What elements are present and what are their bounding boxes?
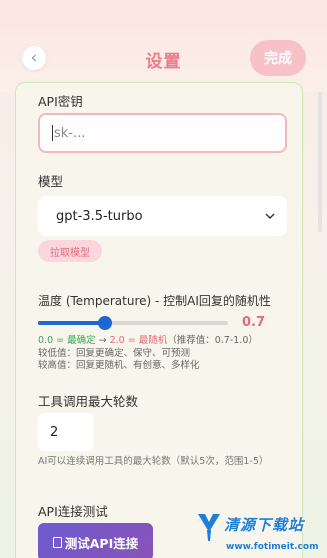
- slider-fill: [38, 321, 105, 325]
- temperature-label: 温度 (Temperature) - 控制AI回复的随机性: [38, 294, 271, 308]
- temperature-hint: 0.0 = 最确定 → 2.0 = 最随机（推荐值：0.7-1.0） 较低值：回…: [38, 335, 258, 373]
- slider-thumb[interactable]: [97, 316, 112, 330]
- api-key-input[interactable]: sk-...: [38, 113, 287, 153]
- plug-icon: [52, 536, 62, 548]
- api-test-label: API连接测试: [38, 504, 108, 519]
- model-select[interactable]: gpt-3.5-turbo: [38, 196, 287, 236]
- watermark-url: www.fotimeit.com: [226, 542, 319, 552]
- hint-recommended: （推荐值：0.7-1.0）: [167, 335, 258, 346]
- header-bar: 设置 完成: [0, 0, 327, 92]
- temperature-value: 0.7: [242, 315, 266, 330]
- hint-random: 2.0 = 最随机: [109, 335, 168, 346]
- model-label: 模型: [38, 174, 64, 189]
- api-key-placeholder: sk-...: [54, 125, 86, 141]
- api-key-label: API密钥: [38, 94, 83, 109]
- temperature-hint-low: 较低值：回复更确定、保守、可预测: [38, 347, 191, 359]
- tool-rounds-label: 工具调用最大轮数: [38, 394, 139, 409]
- done-button[interactable]: 完成: [250, 40, 306, 76]
- watermark-text: 清源下载站: [224, 516, 305, 534]
- settings-card: API密钥 sk-... 模型 gpt-3.5-turbo 拉取模型 温度 (T…: [15, 82, 303, 558]
- tool-rounds-input[interactable]: 2: [38, 413, 94, 451]
- tool-rounds-hint: AI可以连续调用工具的最大轮数（默认5次，范围1-5）: [38, 456, 269, 467]
- watermark-logo-icon: [198, 514, 220, 541]
- text-caret: [52, 125, 53, 141]
- temperature-hint-high: 较高值：回复更随机、有创意、多样化: [38, 360, 200, 371]
- temperature-hint-range: 0.0 = 最确定 → 2.0 = 最随机（推荐值：0.7-1.0）: [38, 335, 258, 348]
- hint-arrow: →: [95, 335, 110, 346]
- temperature-slider[interactable]: [38, 315, 228, 331]
- hint-deterministic: 0.0 = 最确定: [38, 335, 96, 346]
- chevron-down-icon: [265, 213, 275, 219]
- pull-models-button[interactable]: 拉取模型: [38, 240, 102, 262]
- test-api-button-label: 测试API连接: [64, 535, 139, 551]
- model-selected-value: gpt-3.5-turbo: [56, 208, 143, 224]
- test-api-button[interactable]: 测试API连接: [38, 523, 153, 558]
- watermark: 清源下载站 www.fotimeit.com: [196, 512, 326, 558]
- scrollbar[interactable]: [318, 92, 322, 232]
